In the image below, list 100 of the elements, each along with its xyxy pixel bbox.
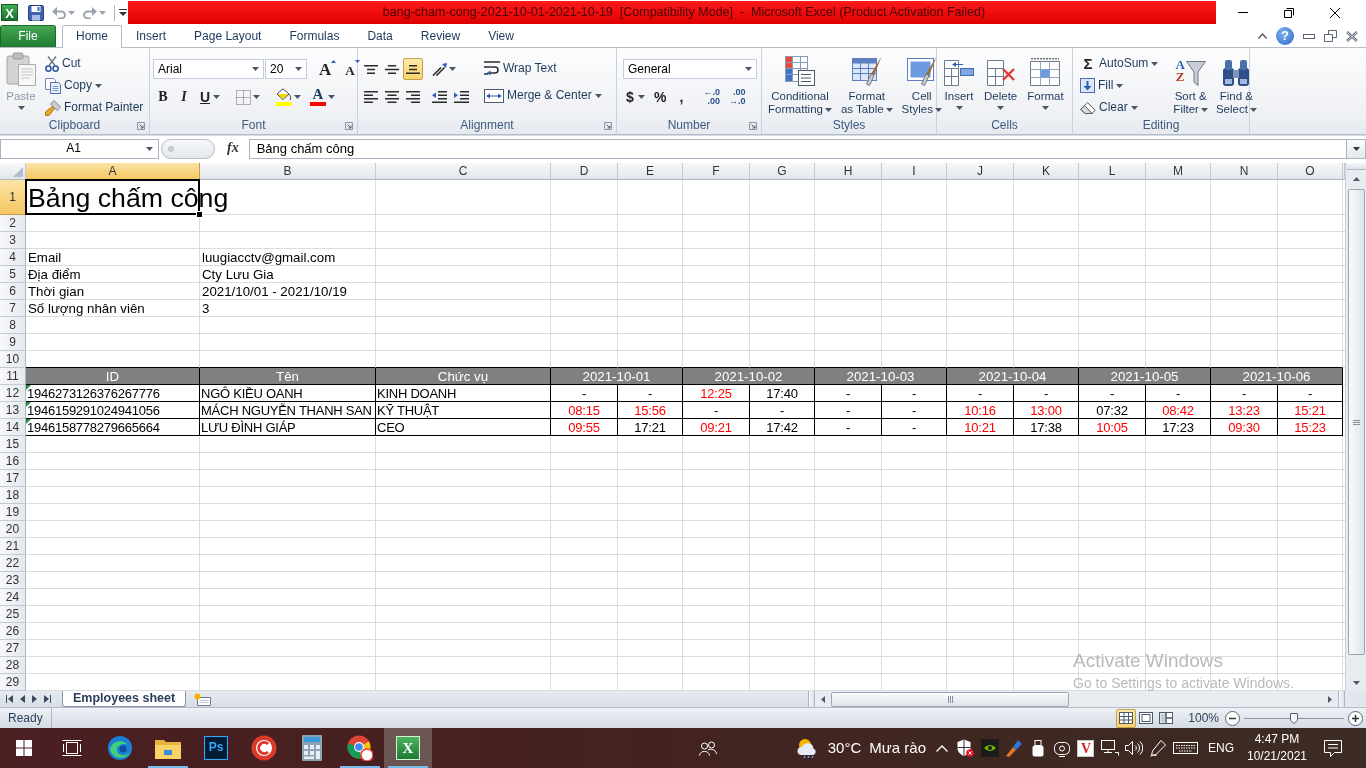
column-header[interactable]: D xyxy=(551,163,618,180)
ribbon-tab[interactable]: Insert xyxy=(122,25,181,47)
dialog-launcher-icon[interactable] xyxy=(749,122,757,130)
conditional-formatting-button[interactable]: Conditional Formatting xyxy=(765,48,835,118)
row-header[interactable]: 17 xyxy=(0,470,26,487)
grow-font-button[interactable]: A xyxy=(315,58,341,80)
row-header[interactable]: 29 xyxy=(0,674,26,691)
row-header[interactable]: 23 xyxy=(0,572,26,589)
row-header[interactable]: 18 xyxy=(0,487,26,504)
clear-button[interactable]: Clear xyxy=(1076,97,1163,118)
insert-function-button[interactable]: fx xyxy=(227,140,239,157)
vertical-scrollbar[interactable] xyxy=(1345,163,1366,691)
row-header[interactable]: 7 xyxy=(0,300,26,317)
zoom-out-icon[interactable] xyxy=(1225,710,1240,726)
row-header[interactable]: 27 xyxy=(0,640,26,657)
column-header[interactable]: H xyxy=(815,163,882,180)
row-header[interactable]: 12 xyxy=(0,385,26,402)
name-box[interactable]: A1 xyxy=(0,138,159,159)
minimize-icon[interactable] xyxy=(1303,33,1315,39)
app-logo-tile[interactable]: V xyxy=(1077,739,1095,757)
row-header[interactable]: 9 xyxy=(0,334,26,351)
row-header[interactable]: 21 xyxy=(0,538,26,555)
increase-decimal-button[interactable]: ←.0 .00 xyxy=(699,86,724,108)
collapse-ribbon-icon[interactable] xyxy=(1258,33,1267,39)
scroll-right-icon[interactable] xyxy=(1328,695,1332,703)
column-header[interactable]: J xyxy=(947,163,1014,180)
italic-button[interactable]: I xyxy=(174,86,194,108)
format-painter-button[interactable]: Format Painter xyxy=(41,97,148,118)
cut-button[interactable]: Cut xyxy=(41,53,148,74)
first-sheet-icon[interactable] xyxy=(6,695,13,703)
dialog-launcher-icon[interactable] xyxy=(137,122,145,130)
row-header[interactable]: 24 xyxy=(0,589,26,606)
format-as-table-button[interactable]: Format as Table xyxy=(837,48,896,118)
delete-cells-button[interactable]: Delete xyxy=(981,48,1021,118)
fill-button[interactable]: Fill xyxy=(1076,75,1163,96)
volume-icon[interactable] xyxy=(1125,741,1143,755)
view-button[interactable] xyxy=(1116,708,1137,728)
dialog-launcher-icon[interactable] xyxy=(345,122,353,130)
row-header[interactable]: 16 xyxy=(0,453,26,470)
ribbon-tab[interactable]: Page Layout xyxy=(180,25,276,47)
zoom-in-icon[interactable] xyxy=(1348,710,1363,726)
scrollbar-split-handle[interactable] xyxy=(808,691,815,707)
percent-button[interactable]: % xyxy=(650,86,671,108)
keyboard-icon[interactable] xyxy=(1173,742,1199,754)
close-icon[interactable] xyxy=(1330,7,1340,18)
scrollbar-thumb[interactable] xyxy=(1347,189,1365,655)
row-header[interactable]: 13 xyxy=(0,402,26,419)
shield-icon[interactable] xyxy=(957,739,975,757)
scrollbar-split-handle[interactable] xyxy=(1338,691,1345,707)
row-header[interactable]: 15 xyxy=(0,436,26,453)
formula-field[interactable]: Bảng chấm công xyxy=(248,138,1347,159)
people-icon[interactable] xyxy=(698,740,717,756)
scrollbar-split-handle[interactable] xyxy=(1346,163,1366,170)
font-size-field[interactable]: 20 xyxy=(265,59,307,79)
language-indicator[interactable]: ENG xyxy=(1208,740,1234,756)
restore-icon[interactable] xyxy=(1284,7,1294,18)
align-bottom-button[interactable] xyxy=(403,58,423,80)
row-header[interactable]: 3 xyxy=(0,232,26,249)
scrollbar-thumb[interactable] xyxy=(831,691,1069,707)
row-header[interactable]: 20 xyxy=(0,521,26,538)
font-color-button[interactable]: A xyxy=(306,86,339,108)
horizontal-scrollbar[interactable] xyxy=(808,691,1345,707)
next-sheet-icon[interactable] xyxy=(32,695,37,703)
font-name-field[interactable]: Arial xyxy=(153,59,264,79)
number-format-field[interactable]: General xyxy=(623,59,757,79)
scroll-down-icon[interactable] xyxy=(1352,680,1360,685)
temperature-text[interactable]: 30°C xyxy=(827,739,862,757)
last-sheet-icon[interactable] xyxy=(44,695,51,703)
row-header[interactable]: 2 xyxy=(0,215,26,232)
taskbar-button[interactable]: Ps xyxy=(192,728,240,768)
shrink-font-button[interactable]: A xyxy=(341,58,364,80)
notification-icon[interactable] xyxy=(1324,739,1342,757)
expand-formula-bar-button[interactable] xyxy=(1347,138,1366,159)
row-header[interactable]: 11 xyxy=(0,368,26,385)
decrease-decimal-button[interactable]: .00 →.0 xyxy=(724,86,750,108)
brush-app-icon[interactable] xyxy=(1005,739,1023,757)
row-header[interactable]: 26 xyxy=(0,623,26,640)
row-header[interactable]: 19 xyxy=(0,504,26,521)
merge-center-button[interactable]: Merge & Center xyxy=(480,85,606,106)
format-cells-button[interactable]: Format xyxy=(1024,48,1067,118)
column-header[interactable]: M xyxy=(1146,163,1211,180)
column-header[interactable]: C xyxy=(376,163,551,180)
autosum-button[interactable]: Σ AutoSum xyxy=(1076,53,1163,74)
column-header[interactable]: F xyxy=(683,163,750,180)
ribbon-tab[interactable]: Formulas xyxy=(275,25,354,47)
clock-time[interactable]: 4:47 PM xyxy=(1244,731,1310,748)
column-header[interactable]: I xyxy=(882,163,947,180)
comma-button[interactable]: , xyxy=(671,86,692,108)
scroll-up-icon[interactable] xyxy=(1352,176,1360,181)
row-header[interactable]: 22 xyxy=(0,555,26,572)
ribbon-tab[interactable]: Review xyxy=(406,25,475,47)
row-header[interactable]: 14 xyxy=(0,419,26,436)
copy-button[interactable]: Copy xyxy=(41,75,148,96)
row-header[interactable]: 8 xyxy=(0,317,26,334)
wrap-text-button[interactable]: Wrap Text xyxy=(480,58,606,79)
customize-toolbar-icon[interactable] xyxy=(119,9,127,16)
chevron-up-icon[interactable] xyxy=(936,744,948,752)
ribbon-tab[interactable]: Home xyxy=(62,25,122,48)
error-indicator-icon[interactable] xyxy=(26,419,31,424)
underline-button[interactable]: U xyxy=(195,86,224,108)
